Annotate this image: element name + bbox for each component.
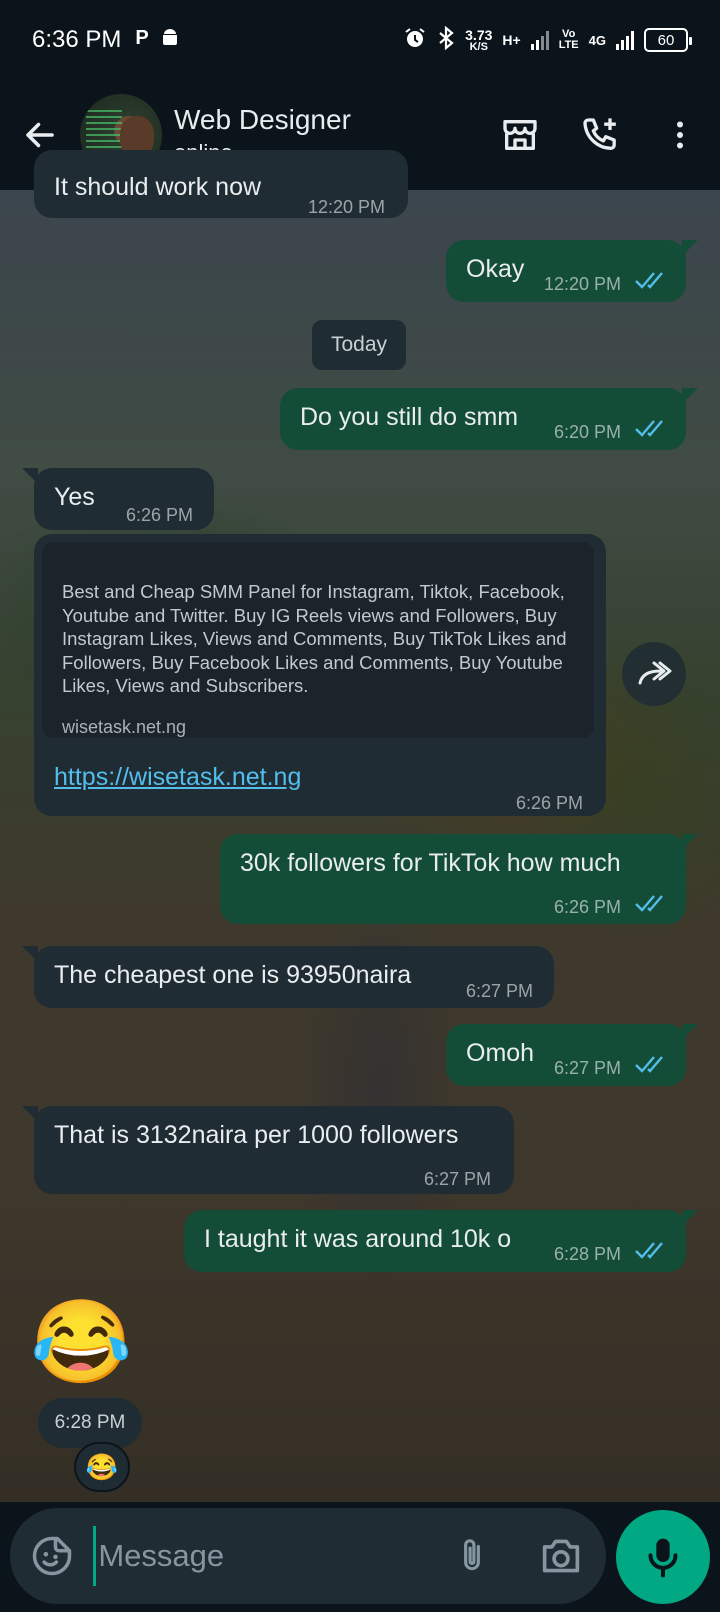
reaction-badge[interactable]: 😂 (74, 1442, 130, 1492)
network-type: H+ (502, 31, 521, 48)
read-ticks-icon (635, 895, 663, 912)
camera-icon (543, 1539, 580, 1573)
catalog-button[interactable] (480, 80, 560, 190)
message-time: 6:28 PM (38, 1398, 142, 1448)
forward-icon (638, 661, 672, 685)
emoji-button[interactable] (10, 1508, 93, 1604)
message-outgoing[interactable]: Okay 12:20 PM (446, 240, 698, 302)
battery-indicator: 60 (644, 28, 692, 52)
voice-message-button[interactable] (616, 1510, 710, 1604)
message-link[interactable]: https://wisetask.net.ng (54, 762, 301, 792)
message-input[interactable] (93, 1526, 428, 1586)
bluetooth-icon (437, 25, 455, 55)
4g-indicator: 4G (588, 32, 606, 48)
message-incoming[interactable]: Yes 6:26 PM (22, 468, 214, 530)
read-ticks-icon (635, 420, 663, 437)
link-preview-domain: wisetask.net.ng (62, 717, 187, 737)
read-ticks-icon (635, 1242, 663, 1259)
attach-button[interactable] (427, 1508, 516, 1604)
contact-name: Web Designer (174, 104, 351, 135)
message-incoming[interactable]: The cheapest one is 93950naira 6:27 PM (22, 946, 554, 1008)
store-icon (503, 120, 537, 150)
status-bar: 6:36 PM P 3.73 K/S H+ Vo LTE 4G 60 (0, 0, 720, 80)
message-outgoing[interactable]: 30k followers for TikTok how much 6:26 P… (220, 834, 698, 924)
microphone-icon (648, 1538, 678, 1578)
phone-plus-icon (583, 118, 616, 150)
paperclip-icon (464, 1539, 480, 1571)
message-incoming[interactable]: That is 3132naira per 1000 followers 6:2… (22, 1106, 514, 1194)
status-time: 6:36 PM (32, 26, 122, 53)
more-options-button[interactable] (640, 80, 720, 190)
message-outgoing[interactable]: I taught it was around 10k o 6:28 PM (184, 1210, 698, 1272)
signal-icon (530, 30, 549, 50)
message-composer (10, 1508, 606, 1604)
read-ticks-icon (635, 1056, 663, 1073)
message-emoji[interactable]: 😂 (30, 1298, 132, 1388)
message-outgoing[interactable]: Omoh 6:27 PM (446, 1024, 698, 1086)
android-icon (161, 27, 179, 53)
read-ticks-icon (635, 272, 663, 289)
message-link-preview[interactable]: Best and Cheap SMM Panel for Instagram, … (34, 534, 606, 816)
link-preview-description: Best and Cheap SMM Panel for Instagram, … (62, 581, 567, 696)
parking-app-icon: P (135, 27, 149, 49)
sticker-icon (32, 1536, 71, 1576)
signal-icon-2 (616, 30, 634, 50)
add-call-button[interactable] (560, 80, 640, 190)
arrow-left-icon (26, 122, 54, 148)
message-incoming[interactable]: It should work now 12:20 PM (34, 150, 408, 218)
more-vertical-icon (677, 121, 683, 149)
forward-button[interactable] (622, 642, 686, 706)
network-speed: 3.73 K/S (465, 26, 493, 53)
alarm-icon (403, 26, 427, 55)
camera-button[interactable] (517, 1508, 606, 1604)
link-preview-card[interactable]: Best and Cheap SMM Panel for Instagram, … (42, 542, 594, 738)
date-separator: Today (312, 320, 406, 370)
message-outgoing[interactable]: Do you still do smm 6:20 PM (280, 388, 698, 450)
volte-indicator: Vo LTE (558, 28, 579, 51)
